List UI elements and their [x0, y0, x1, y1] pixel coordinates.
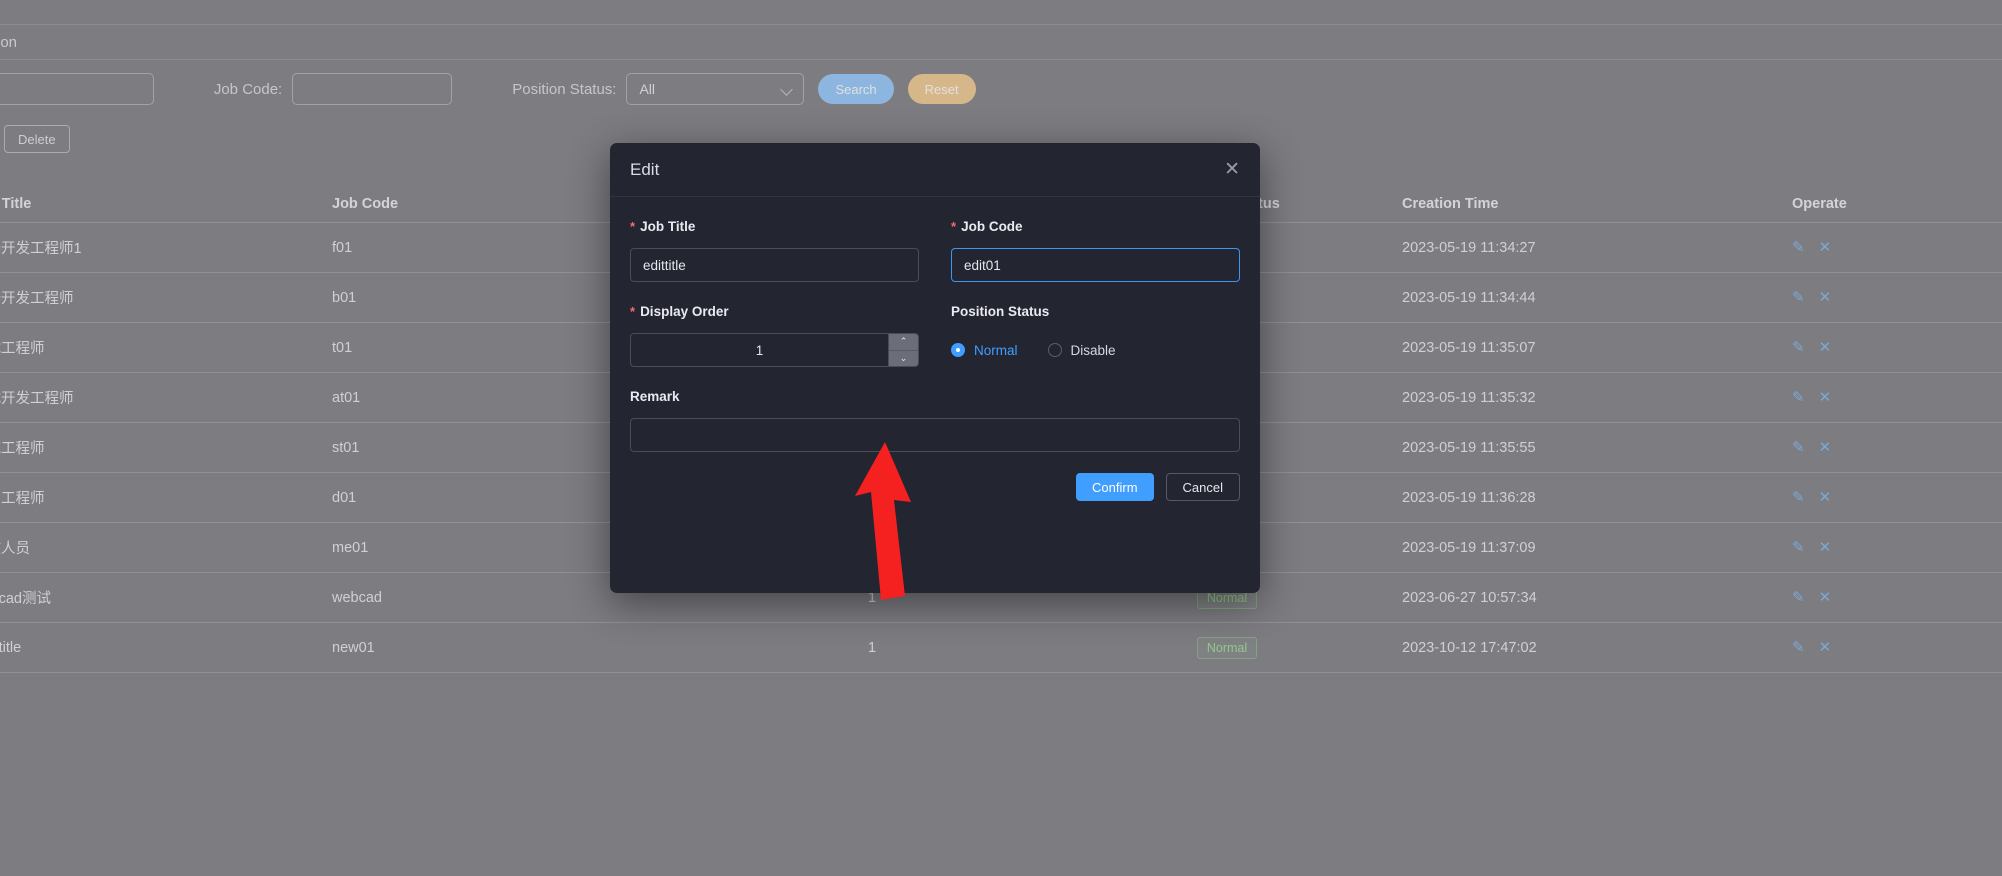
dialog-row-2: * Display Order 1 ⌃ ⌄ Position Status No… — [630, 304, 1240, 367]
stepper-buttons: ⌃ ⌄ — [888, 334, 918, 366]
radio-normal[interactable]: Normal — [951, 343, 1018, 358]
required-asterisk-icon: * — [630, 219, 636, 234]
field-position-status: Position Status Normal Disable — [951, 304, 1240, 367]
required-asterisk-icon: * — [951, 219, 957, 234]
display-order-stepper[interactable]: 1 ⌃ ⌄ — [630, 333, 919, 367]
radio-disable[interactable]: Disable — [1047, 342, 1116, 358]
field-job-title: * Job Title edittitle — [630, 219, 919, 282]
position-status-label: Position Status — [951, 304, 1240, 319]
dialog-footer: Confirm Cancel — [610, 452, 1260, 501]
dialog-row-1: * Job Title edittitle * Job Code edit01 — [630, 219, 1240, 282]
radio-disable-dot-icon — [1047, 343, 1062, 357]
job-code-label-text: Job Code — [961, 219, 1023, 234]
close-icon[interactable]: ✕ — [1224, 160, 1240, 179]
radio-normal-dot-icon — [951, 343, 965, 357]
display-order-label: * Display Order — [630, 304, 919, 319]
dialog-body: * Job Title edittitle * Job Code edit01 … — [610, 197, 1260, 452]
dialog-title: Edit — [630, 159, 660, 179]
radio-disable-label: Disable — [1070, 342, 1116, 358]
field-job-code: * Job Code edit01 — [951, 219, 1240, 282]
job-code-label: * Job Code — [951, 219, 1240, 234]
radio-normal-label: Normal — [974, 342, 1018, 358]
display-order-label-text: Display Order — [640, 304, 729, 319]
field-remark: Remark — [630, 389, 1240, 452]
job-title-label-text: Job Title — [640, 219, 696, 234]
job-title-label: * Job Title — [630, 219, 919, 234]
cancel-button[interactable]: Cancel — [1165, 473, 1240, 501]
field-display-order: * Display Order 1 ⌃ ⌄ — [630, 304, 919, 367]
remark-label: Remark — [630, 389, 1240, 404]
required-asterisk-icon: * — [630, 304, 636, 319]
job-title-input[interactable]: edittitle — [630, 248, 919, 282]
chevron-down-icon[interactable]: ⌄ — [889, 349, 918, 367]
chevron-up-icon[interactable]: ⌃ — [889, 334, 918, 350]
position-status-label-text: Position Status — [951, 304, 1050, 319]
position-status-radio-group: Normal Disable — [951, 333, 1240, 367]
job-code-input[interactable]: edit01 — [951, 248, 1240, 282]
dialog-header: Edit ✕ — [610, 143, 1260, 197]
display-order-input[interactable]: 1 — [631, 334, 888, 366]
confirm-button[interactable]: Confirm — [1076, 473, 1154, 501]
remark-input[interactable] — [630, 418, 1240, 452]
remark-label-text: Remark — [630, 389, 680, 404]
edit-dialog: Edit ✕ * Job Title edittitle * Job Code … — [610, 143, 1260, 593]
